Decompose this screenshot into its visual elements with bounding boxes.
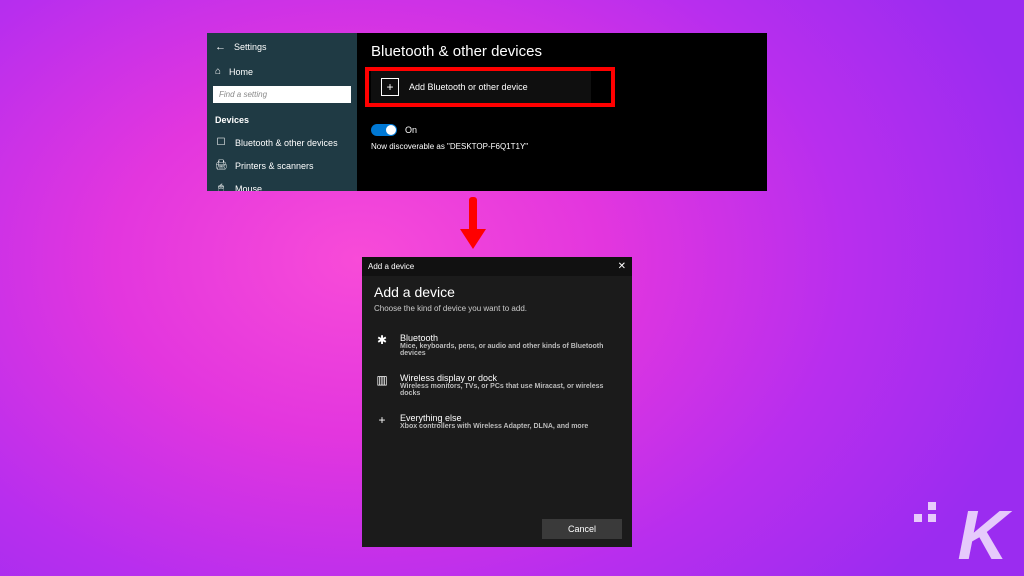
brand-logo: K xyxy=(957,500,1008,570)
dialog-titlebar-text: Add a device xyxy=(368,262,414,271)
nav-label-mouse: Mouse xyxy=(235,184,262,192)
plus-icon: + xyxy=(374,413,390,430)
bluetooth-nav-icon: ☐ xyxy=(215,137,227,148)
monitor-icon: ▥ xyxy=(374,373,390,397)
bluetooth-toggle[interactable] xyxy=(371,124,397,136)
option-everything-desc: Xbox controllers with Wireless Adapter, … xyxy=(400,423,588,430)
nav-item-mouse[interactable]: 🖱 Mouse xyxy=(207,177,357,191)
settings-sidebar: ← Settings ⌂ Home Find a setting Devices… xyxy=(207,33,357,191)
search-input[interactable]: Find a setting xyxy=(213,86,351,103)
option-everything-else[interactable]: + Everything else Xbox controllers with … xyxy=(374,407,620,440)
home-label: Home xyxy=(229,67,253,77)
logo-dots xyxy=(914,502,938,522)
mouse-icon: 🖱 xyxy=(215,183,227,191)
nav-label-printers: Printers & scanners xyxy=(235,161,314,171)
discoverable-status: Now discoverable as "DESKTOP-F6Q1T1Y" xyxy=(371,142,753,151)
cancel-button[interactable]: Cancel xyxy=(542,519,622,539)
add-device-label: Add Bluetooth or other device xyxy=(409,82,528,92)
dialog-subheading: Choose the kind of device you want to ad… xyxy=(374,304,620,313)
instructional-arrow-icon xyxy=(460,197,484,251)
option-everything-title: Everything else xyxy=(400,413,588,423)
settings-titlebar: ← Settings xyxy=(207,37,357,61)
option-bluetooth[interactable]: ✱ Bluetooth Mice, keyboards, pens, or au… xyxy=(374,327,620,367)
toggle-label: On xyxy=(405,125,417,135)
add-device-dialog: Add a device ✕ Add a device Choose the k… xyxy=(362,257,632,547)
app-title: Settings xyxy=(234,42,267,52)
page-title: Bluetooth & other devices xyxy=(371,43,753,60)
devices-section-header: Devices xyxy=(207,107,357,131)
add-bluetooth-device-button[interactable]: + Add Bluetooth or other device xyxy=(371,70,591,104)
bluetooth-toggle-row: On xyxy=(371,124,753,136)
dialog-titlebar: Add a device ✕ xyxy=(362,257,632,276)
dialog-heading: Add a device xyxy=(374,284,620,300)
option-bluetooth-desc: Mice, keyboards, pens, or audio and othe… xyxy=(400,343,620,357)
option-wireless-title: Wireless display or dock xyxy=(400,373,620,383)
option-wireless-desc: Wireless monitors, TVs, or PCs that use … xyxy=(400,383,620,397)
printer-icon: 🖨 xyxy=(215,160,227,171)
plus-icon: + xyxy=(381,78,399,96)
dialog-body: Add a device Choose the kind of device y… xyxy=(362,276,632,511)
settings-window: ← Settings ⌂ Home Find a setting Devices… xyxy=(207,33,767,191)
close-icon[interactable]: ✕ xyxy=(618,261,626,272)
nav-label-bluetooth: Bluetooth & other devices xyxy=(235,138,338,148)
dialog-footer: Cancel xyxy=(362,511,632,547)
home-icon: ⌂ xyxy=(215,66,221,77)
nav-item-bluetooth[interactable]: ☐ Bluetooth & other devices xyxy=(207,131,357,154)
settings-main-pane: Bluetooth & other devices + Add Bluetoot… xyxy=(357,33,767,191)
option-wireless-display[interactable]: ▥ Wireless display or dock Wireless moni… xyxy=(374,367,620,407)
bluetooth-icon: ✱ xyxy=(374,333,390,357)
nav-item-printers[interactable]: 🖨 Printers & scanners xyxy=(207,154,357,177)
back-arrow-icon[interactable]: ← xyxy=(215,41,226,53)
option-bluetooth-title: Bluetooth xyxy=(400,333,620,343)
nav-home[interactable]: ⌂ Home xyxy=(207,61,357,82)
